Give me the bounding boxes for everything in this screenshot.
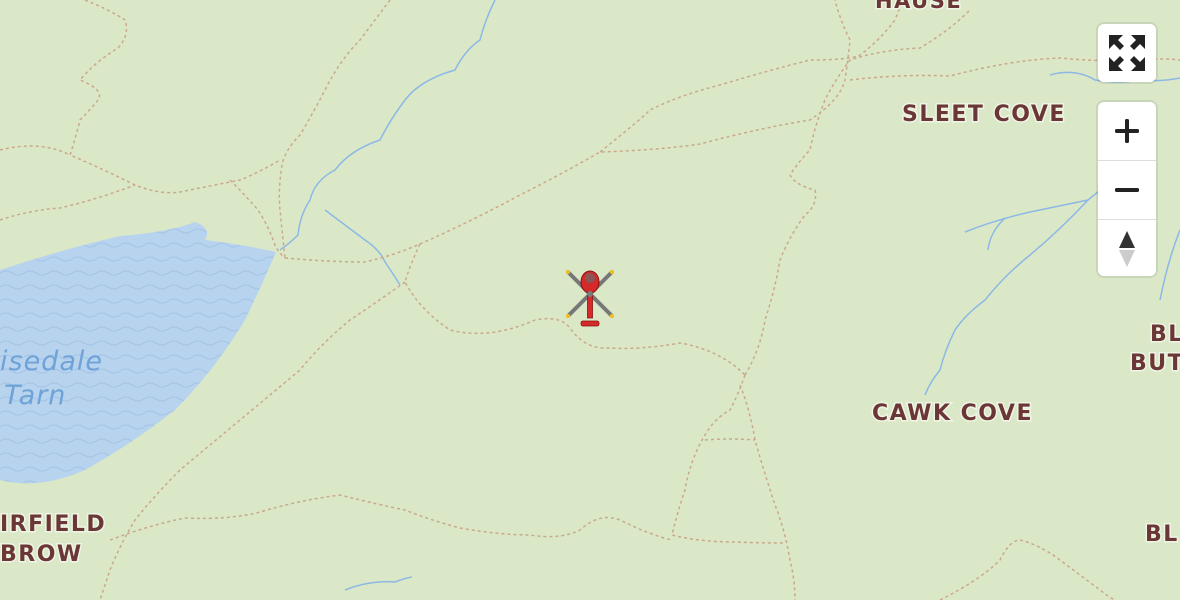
label-bl-lower: BL (1145, 522, 1179, 547)
label-hause: HAUSE (875, 0, 962, 13)
fullscreen-icon (1109, 35, 1145, 71)
label-airfield-line2: BROW (0, 542, 83, 567)
label-bl-butt-line2: BUT (1130, 351, 1180, 376)
reset-bearing-button[interactable] (1098, 219, 1156, 278)
zoom-out-button[interactable] (1098, 160, 1156, 219)
label-tarn-line2: Tarn (4, 380, 66, 411)
label-bl-butt-line1: BL (1150, 322, 1180, 347)
fullscreen-control (1098, 24, 1156, 82)
zoom-out-icon (1115, 188, 1139, 192)
map-canvas[interactable]: HAUSE SLEET COVE CAWK COVE BL BUT BL IRF… (0, 0, 1180, 600)
zoom-in-button[interactable] (1098, 102, 1156, 160)
zoom-control-group (1098, 102, 1156, 276)
label-tarn-line1: isedale (0, 346, 103, 377)
label-airfield-line1: IRFIELD (0, 512, 106, 537)
compass-icon (1119, 231, 1135, 267)
fullscreen-button[interactable] (1098, 24, 1156, 82)
label-cawk-cove: CAWK COVE (872, 401, 1033, 426)
zoom-in-icon (1115, 119, 1139, 143)
label-sleet-cove: SLEET COVE (902, 102, 1066, 127)
